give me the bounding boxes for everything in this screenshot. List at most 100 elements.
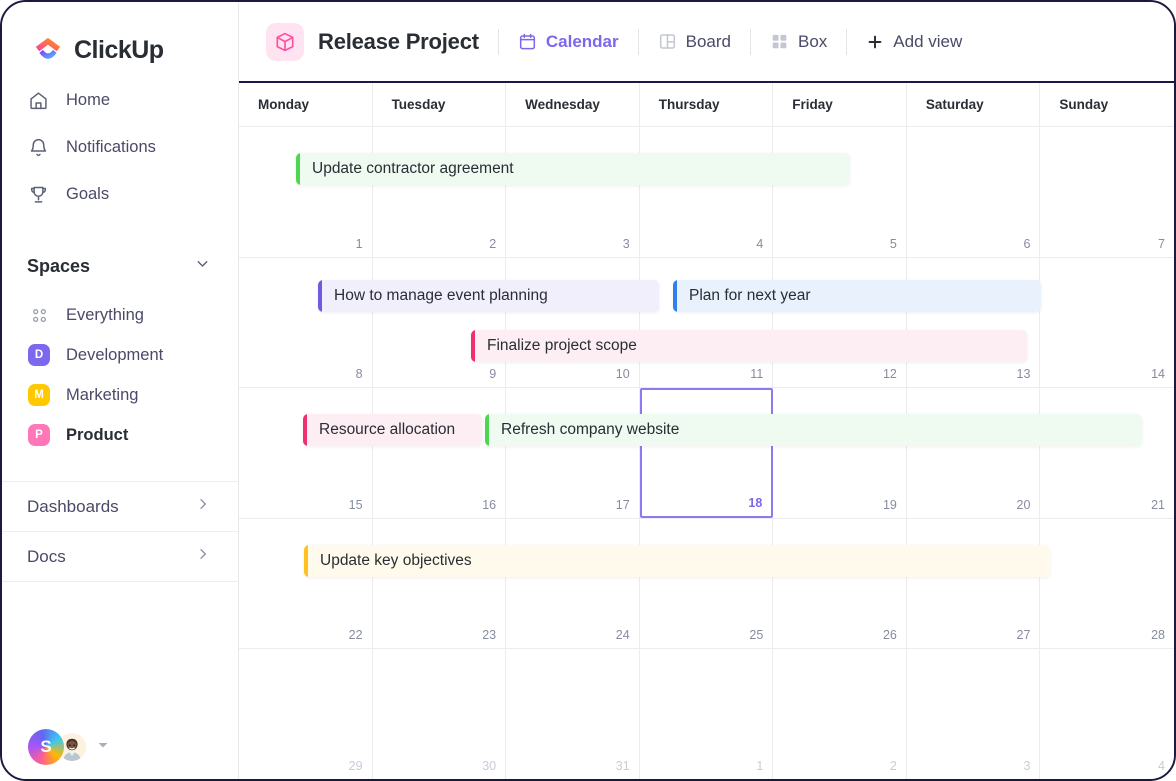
day-number: 5 [889,236,897,251]
sidebar-item-notifications[interactable]: Notifications [2,127,238,167]
day-cell[interactable]: 24 [506,518,640,649]
day-number: 1 [756,758,764,773]
sidebar-item-dashboards[interactable]: Dashboards [2,481,238,531]
day-number: 12 [882,367,897,382]
calendar-icon [518,32,537,51]
tab-board[interactable]: Board [658,32,731,52]
spaces-header[interactable]: Spaces [2,247,238,285]
caret-down-icon[interactable] [97,738,109,756]
sidebar-item-marketing[interactable]: M Marketing [2,375,238,415]
calendar-event[interactable]: Update contractor agreement [296,153,850,185]
day-cell[interactable]: 29 [239,649,373,779]
day-number: 23 [482,628,497,643]
calendar-event[interactable]: Refresh company website [485,414,1142,447]
day-cell[interactable]: 10 [506,257,640,388]
space-avatar-product: P [28,424,50,446]
calendar-event[interactable]: Plan for next year [673,279,1041,312]
event-title: Update key objectives [320,551,472,569]
calendar-weeks: 1 2 3 4 5 6 7 Update contractor agreement 8 9 10 11… [239,127,1174,779]
day-cell-today[interactable]: 18 [639,388,774,518]
calendar-week-row: 15 16 17 18 19 20 21 Resource allocation Refresh… [239,388,1174,519]
calendar-event[interactable]: How to manage event planning [318,279,659,312]
day-cell[interactable]: 2 [373,127,507,257]
day-number: 21 [1151,497,1165,512]
day-cell[interactable]: 23 [373,518,507,649]
day-cell[interactable]: 4 [1040,649,1174,779]
calendar-event[interactable]: Finalize project scope [471,329,1027,362]
tab-calendar[interactable]: Calendar [518,32,619,52]
day-cell[interactable]: 28 [1040,519,1174,649]
plus-icon [866,33,884,51]
day-cell[interactable]: 22 [239,518,373,649]
day-cell[interactable]: 2 [773,649,907,779]
weekday-header: Monday Tuesday Wednesday Thursday Friday Satu… [239,83,1174,127]
weekday-header-cell: Thursday [640,83,774,126]
day-cell[interactable]: 25 [640,518,774,649]
calendar-event[interactable]: Update key objectives [304,544,1050,577]
day-cell[interactable]: 5 [773,127,907,257]
add-view-button[interactable]: Add view [866,32,962,52]
day-cell[interactable]: 27 [907,518,1041,649]
day-cell[interactable]: 14 [1040,258,1174,388]
day-cell[interactable]: 6 [907,127,1041,257]
event-title: Resource allocation [319,421,456,439]
chevron-down-icon[interactable] [194,255,211,277]
toolbar-divider [750,28,751,55]
event-title: Plan for next year [689,286,811,304]
brand[interactable]: ClickUp [2,2,238,72]
day-cell[interactable]: 11 [640,257,774,388]
workspace-avatar[interactable]: S [28,729,64,765]
toolbar-divider [637,28,639,55]
view-toolbar: Release Project Calendar Board Box Add v… [239,2,1174,83]
tab-label: Board [685,31,731,51]
day-cell[interactable]: 1 [239,127,373,257]
day-cell[interactable]: 13 [907,257,1041,388]
sidebar-item-product[interactable]: P Product [2,415,238,455]
toolbar-divider [497,28,499,55]
sidebar-item-label: Product [66,425,129,444]
day-number: 7 [1158,236,1165,251]
sidebar-item-everything[interactable]: Everything [2,295,238,335]
weekday-header-cell: Wednesday [506,83,640,126]
day-number: 1 [355,236,363,251]
day-cell[interactable]: 21 [1040,388,1174,518]
day-number: 4 [1158,758,1165,773]
sidebar-item-goals[interactable]: Goals [2,174,238,214]
day-cell[interactable]: 17 [506,388,640,518]
day-cell[interactable]: 26 [773,518,907,649]
day-cell[interactable]: 15 [239,388,373,518]
day-cell[interactable]: 7 [1040,127,1174,257]
sidebar-item-label: Development [66,345,164,364]
day-grid: 15 16 17 18 19 20 21 [239,388,1174,518]
day-cell[interactable]: 20 [907,388,1041,518]
day-cell[interactable]: 19 [773,388,907,518]
sidebar-item-label: Goals [66,184,110,203]
sidebar-item-development[interactable]: D Development [2,335,238,375]
day-cell[interactable]: 12 [773,257,907,388]
day-cell[interactable]: 4 [640,127,774,257]
day-number: 11 [750,367,764,382]
tab-box[interactable]: Box [770,32,827,52]
add-view-label: Add view [893,31,963,51]
day-cell[interactable]: 8 [239,257,373,388]
day-cell[interactable]: 31 [506,649,640,779]
day-cell[interactable]: 16 [373,388,507,518]
day-cell[interactable]: 3 [506,127,640,257]
day-number: 30 [482,758,497,773]
calendar-week-row: 29 30 31 1 2 3 4 [239,649,1174,779]
sidebar-item-home[interactable]: Home [2,80,238,120]
spaces-title: Spaces [27,255,91,276]
day-number: 29 [348,758,363,773]
day-number: 25 [749,628,764,643]
day-cell[interactable]: 30 [373,649,507,779]
day-number: 9 [489,367,497,382]
sidebar-sections: Dashboards Docs [2,481,238,582]
toolbar-divider [846,28,848,55]
calendar-event[interactable]: Resource allocation [303,414,482,447]
day-cell[interactable]: 3 [907,649,1041,779]
day-cell[interactable]: 1 [640,649,774,779]
sidebar-item-docs[interactable]: Docs [2,531,238,581]
day-number: 15 [348,497,363,512]
day-cell[interactable]: 9 [373,257,507,388]
board-icon [658,32,677,51]
